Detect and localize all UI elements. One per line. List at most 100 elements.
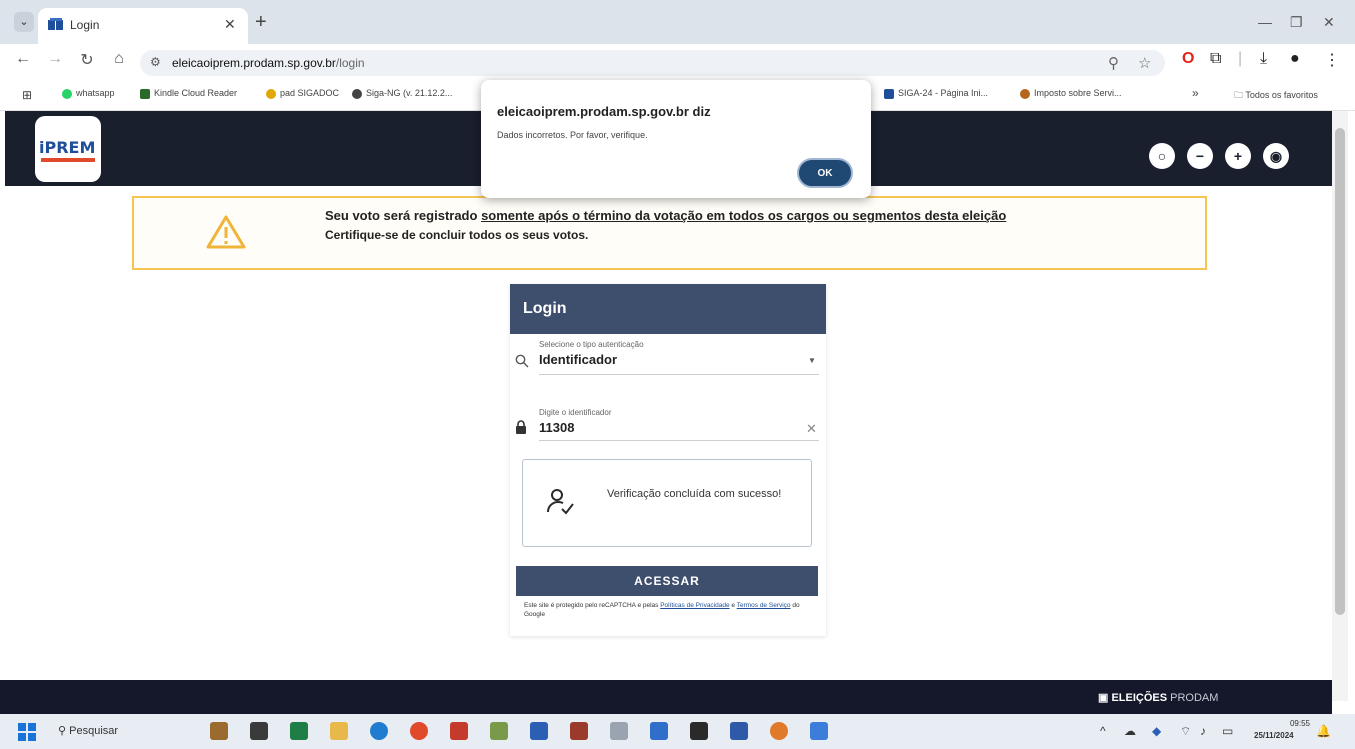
forward-icon[interactable]: →	[44, 50, 66, 68]
tray-volume-icon[interactable]: ♪	[1200, 724, 1206, 738]
sigadoc-icon	[266, 88, 276, 99]
person-verified-icon	[547, 489, 574, 515]
warning-triangle-icon	[206, 215, 246, 249]
notification-bell-icon[interactable]: 🔔	[1316, 724, 1331, 738]
bookmark-siga-24[interactable]: SIGA-24 - Página Ini...	[884, 88, 988, 99]
auth-type-underline	[539, 374, 819, 375]
browser-menu-icon[interactable]: ⋮	[1324, 50, 1340, 70]
folder-icon: 🗀	[1234, 90, 1246, 100]
logo-accent-bar	[41, 158, 95, 162]
browser-tab[interactable]: Login ✕	[38, 8, 248, 44]
tab-close-icon[interactable]: ✕	[224, 16, 236, 33]
opera-extension-icon[interactable]: O	[1182, 50, 1194, 68]
windows-taskbar: ⚲ Pesquisar ^ ☁ ◆ ⌔ ♪ ▭ 09:55 25/11/2024…	[0, 714, 1355, 749]
identifier-value[interactable]: 11308	[539, 420, 574, 435]
lock-icon	[516, 420, 526, 434]
maximize-icon[interactable]: ❐	[1290, 14, 1303, 31]
bookmark-siga-ng[interactable]: Siga-NG (v. 21.12.2...	[352, 88, 452, 99]
taskbar-search[interactable]: ⚲ Pesquisar	[58, 724, 118, 737]
windows-start-icon[interactable]	[18, 723, 36, 741]
captcha-box: Verificação concluída com sucesso!	[522, 459, 812, 547]
tab-search-button[interactable]: ⌄	[14, 12, 34, 32]
browser-toolbar: ← → ↻ ⌂ ⚙ eleicaoiprem.prodam.sp.gov.br/…	[0, 44, 1355, 80]
reset-contrast-button[interactable]: ○	[1149, 143, 1175, 169]
tray-battery-icon[interactable]: ▭	[1222, 724, 1233, 738]
login-card-header: Login	[510, 284, 826, 334]
taskbar-app-outlook-icon[interactable]	[730, 722, 748, 740]
taskbar-app-tool-icon[interactable]	[570, 722, 588, 740]
bookmark-star-icon[interactable]: ☆	[1138, 54, 1151, 72]
new-tab-icon[interactable]: +	[255, 11, 267, 34]
taskbar-app-edge-icon[interactable]	[370, 722, 388, 740]
clock-time[interactable]: 09:55	[1282, 719, 1310, 728]
identifier-underline	[539, 440, 819, 441]
increase-font-button[interactable]: +	[1225, 143, 1251, 169]
search-icon	[515, 354, 529, 368]
warning-line-1: Seu voto será registrado somente após o …	[325, 208, 1007, 223]
taskbar-app-calculator-icon[interactable]	[690, 722, 708, 740]
taskbar-app-notepad-icon[interactable]	[610, 722, 628, 740]
identifier-field[interactable]: Digite o identificador 11308 ✕	[510, 402, 826, 444]
recaptcha-notice: Este site é protegido pelo reCAPTCHA e p…	[524, 602, 800, 618]
page-scrollbar-thumb[interactable]	[1335, 128, 1345, 615]
search-icon: ⚲	[58, 725, 70, 737]
auth-type-label: Selecione o tipo autenticação	[539, 340, 644, 349]
browser-tab-strip: ⌄ Login ✕ + — ❐ ✕	[0, 0, 1355, 44]
bookmark-kindle[interactable]: Kindle Cloud Reader	[140, 88, 237, 99]
taskbar-app-file-icon[interactable]	[250, 722, 268, 740]
warning-line-2: Certifique-se de concluir todos os seus …	[325, 228, 589, 242]
identifier-label: Digite o identificador	[539, 408, 612, 417]
taskbar-app-folder-icon[interactable]	[330, 722, 348, 740]
taskbar-app-word-icon[interactable]	[650, 722, 668, 740]
reload-icon[interactable]: ↻	[76, 50, 98, 70]
taskbar-app-excel-icon[interactable]	[290, 722, 308, 740]
chevron-down-icon[interactable]: ▼	[808, 356, 816, 365]
tray-wifi-icon[interactable]: ⌔	[1180, 724, 1191, 739]
apps-grid-icon[interactable]: ⊞	[22, 88, 32, 102]
imposto-icon	[1020, 88, 1030, 99]
bookmarks-overflow-icon[interactable]: »	[1192, 86, 1199, 100]
home-icon[interactable]: ⌂	[108, 50, 130, 68]
zoom-icon[interactable]: ⚲	[1108, 54, 1119, 72]
site-info-icon[interactable]: ⚙	[150, 55, 161, 69]
contrast-eye-button[interactable]: ◉	[1263, 143, 1289, 169]
acessar-button[interactable]: ACESSAR	[516, 566, 818, 596]
back-icon[interactable]: ←	[12, 50, 34, 68]
privacy-policy-link[interactable]: Políticas de Privacidade	[660, 602, 729, 609]
siga-ng-icon	[352, 88, 362, 99]
whatsapp-icon	[62, 88, 72, 99]
bookmark-sigadoc[interactable]: pad SIGADOC	[266, 88, 339, 99]
bookmark-whatsapp[interactable]: whatsapp	[62, 88, 115, 99]
login-card: Login Selecione o tipo autenticação Iden…	[510, 284, 826, 636]
taskbar-app-browser-icon[interactable]	[770, 722, 788, 740]
captcha-success-text: Verificação concluída com sucesso!	[607, 488, 782, 500]
clock-date[interactable]: 25/11/2024	[1254, 731, 1294, 740]
url-text: eleicaoiprem.prodam.sp.gov.br/login	[172, 56, 365, 70]
extensions-icon[interactable]: ⧉	[1210, 50, 1221, 68]
kindle-icon	[140, 88, 150, 99]
terms-of-service-link[interactable]: Termos de Serviço	[737, 602, 791, 609]
auth-type-select[interactable]: Selecione o tipo autenticação Identifica…	[510, 334, 826, 378]
all-bookmarks-folder[interactable]: 🗀 Todos os favoritos	[1234, 88, 1318, 104]
tray-security-icon[interactable]: ◆	[1152, 724, 1161, 738]
minimize-icon[interactable]: —	[1258, 14, 1272, 30]
bookmark-imposto[interactable]: Imposto sobre Servi...	[1020, 88, 1122, 99]
login-title: Login	[523, 300, 567, 317]
iprem-logo[interactable]: iPREM	[35, 116, 101, 182]
tray-overflow-icon[interactable]: ^	[1100, 724, 1106, 738]
taskbar-app-image-icon[interactable]	[490, 722, 508, 740]
alert-title: eleicaoiprem.prodam.sp.gov.br diz	[497, 104, 711, 119]
address-bar[interactable]: ⚙ eleicaoiprem.prodam.sp.gov.br/login ⚲ …	[140, 50, 1165, 76]
clear-input-icon[interactable]: ✕	[806, 421, 817, 437]
taskbar-app-shield-icon[interactable]	[530, 722, 548, 740]
taskbar-app-briefcase-icon[interactable]	[210, 722, 228, 740]
window-close-icon[interactable]: ✕	[1323, 14, 1335, 31]
taskbar-app-acrobat-icon[interactable]	[450, 722, 468, 740]
download-icon[interactable]: ⤓	[1260, 50, 1267, 68]
taskbar-app-network-icon[interactable]	[810, 722, 828, 740]
taskbar-app-chrome-icon[interactable]	[410, 722, 428, 740]
tray-cloud-icon[interactable]: ☁	[1124, 724, 1136, 738]
decrease-font-button[interactable]: −	[1187, 143, 1213, 169]
profile-avatar-icon[interactable]: ●	[1290, 50, 1300, 68]
alert-ok-button[interactable]: OK	[797, 158, 853, 188]
